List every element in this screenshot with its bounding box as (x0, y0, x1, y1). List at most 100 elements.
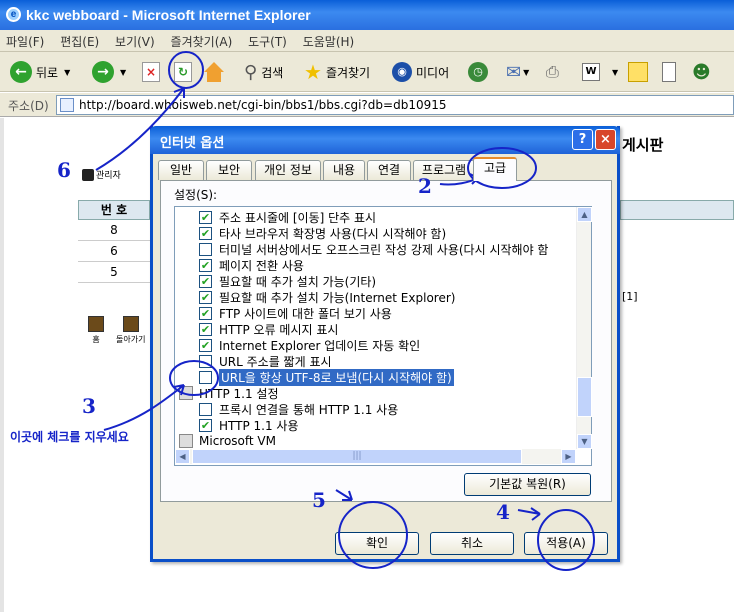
media-icon: ◉ (392, 62, 412, 82)
home-icon (204, 62, 224, 82)
menu-favorites[interactable]: 즐겨찾기(A) (165, 30, 239, 53)
settings-item-label: FTP 사이트에 대한 폴더 보기 사용 (219, 306, 392, 321)
settings-checkbox[interactable] (199, 370, 212, 384)
print-icon: ⎙ (546, 62, 559, 81)
back-label: 뒤로 (36, 65, 59, 80)
menu-file[interactable]: 파일(F) (0, 30, 50, 53)
restore-defaults-button[interactable]: 기본값 복원(R) (464, 473, 591, 496)
home-button[interactable] (204, 60, 224, 84)
favorites-button[interactable]: ★ 즐겨찾기 (304, 60, 370, 84)
forward-button[interactable]: → ▼ (92, 60, 126, 84)
page-nav-icons: 홈 돌아가기 (88, 316, 145, 345)
settings-item-label: 주소 표시줄에 [이동] 단추 표시 (219, 210, 377, 225)
admin-link[interactable]: 관리자 (82, 168, 121, 181)
back-link[interactable]: 돌아가기 (116, 316, 145, 345)
messenger-icon: ☻ (692, 61, 711, 83)
home-icon (88, 316, 104, 332)
menu-tools[interactable]: 도구(T) (242, 30, 293, 53)
settings-checkbox[interactable]: ✔ (199, 418, 212, 432)
discuss-button[interactable] (628, 60, 648, 84)
annotation-note: 이곳에 체크를 지우세요 (10, 430, 129, 444)
search-button[interactable]: ⚲ 검색 (244, 60, 283, 84)
close-button[interactable]: × (595, 129, 616, 150)
settings-checkbox[interactable]: ✔ (199, 322, 212, 336)
scroll-left-icon[interactable]: ◀ (175, 449, 190, 464)
dialog-titlebar: 인터넷 옵션 ? × (150, 126, 620, 154)
refresh-button[interactable]: ↻ (174, 60, 192, 84)
tab-security[interactable]: 보안 (206, 160, 252, 180)
media-button[interactable]: ◉ 미디어 (392, 60, 449, 84)
chevron-down-icon: ▼ (120, 67, 127, 77)
messenger-button[interactable]: ☻ (692, 60, 711, 84)
table-row: 5 (78, 262, 150, 283)
settings-list[interactable]: ✔ 주소 표시줄에 [이동] 단추 표시 ✔ 타사 브라우저 확장명 사용(다시 시작… (174, 206, 592, 466)
settings-checkbox[interactable]: ✔ (199, 274, 212, 288)
table-header-right (620, 200, 734, 220)
settings-item-label: URL 주소를 짧게 표시 (219, 354, 332, 369)
annotation-3: 3 (82, 394, 96, 418)
back-button[interactable]: ← 뒤로 ▼ (10, 60, 70, 84)
tab-connections[interactable]: 연결 (367, 160, 411, 180)
print-button[interactable]: ⎙ (546, 60, 559, 84)
settings-item-label: 필요할 때 추가 설치 가능(Internet Explorer) (219, 290, 456, 305)
chevron-down-icon: ▼ (612, 67, 619, 77)
edit-button[interactable]: W ▼ (582, 60, 618, 84)
menu-bar: 파일(F) 편집(E) 보기(V) 즐겨찾기(A) 도구(T) 도움말(H) (0, 30, 734, 52)
cancel-button[interactable]: 취소 (430, 532, 514, 555)
horizontal-scrollbar[interactable]: ◀ ||| ▶ (175, 449, 576, 464)
menu-view[interactable]: 보기(V) (109, 30, 161, 53)
ie-logo-icon: e (6, 7, 21, 22)
settings-checkbox[interactable]: ✔ (199, 306, 212, 320)
tab-advanced[interactable]: 고급 (473, 157, 517, 181)
annotation-2: 2 (418, 174, 432, 198)
settings-checkbox[interactable]: ✔ (199, 338, 212, 352)
refresh-icon: ↻ (174, 62, 192, 82)
settings-group-icon (179, 434, 193, 448)
settings-checkbox[interactable]: ✔ (199, 290, 212, 304)
home-link[interactable]: 홈 (88, 316, 104, 345)
address-bar: 주소(D) http://board.whoisweb.net/cgi-bin/… (0, 93, 734, 117)
help-button[interactable]: ? (572, 129, 593, 150)
address-label: 주소(D) (8, 99, 49, 113)
window-title: kkc webboard - Microsoft Internet Explor… (26, 7, 311, 23)
menu-edit[interactable]: 편집(E) (54, 30, 105, 53)
mail-button[interactable]: ✉ ▼ (506, 60, 529, 84)
address-url: http://board.whoisweb.net/cgi-bin/bbs1/b… (79, 98, 447, 112)
page-number-link[interactable]: [1] (622, 290, 638, 303)
scroll-thumb[interactable]: ||| (192, 449, 522, 464)
settings-checkbox[interactable]: ✔ (199, 210, 212, 224)
forward-arrow-icon: → (92, 61, 114, 83)
scroll-right-icon[interactable]: ▶ (561, 449, 576, 464)
ok-button[interactable]: 확인 (335, 532, 419, 555)
tab-privacy[interactable]: 개인 정보 (255, 160, 321, 180)
scroll-thumb[interactable] (577, 377, 592, 417)
address-input[interactable]: http://board.whoisweb.net/cgi-bin/bbs1/b… (56, 95, 734, 115)
vertical-scrollbar[interactable]: ▲ ▼ (576, 207, 592, 449)
settings-checkbox[interactable] (199, 242, 212, 256)
board-title: 게시판 (622, 136, 664, 154)
stop-icon: × (142, 62, 160, 82)
settings-checkbox[interactable]: ✔ (199, 258, 212, 272)
scroll-down-icon[interactable]: ▼ (577, 434, 592, 449)
settings-item-label: 타사 브라우저 확장명 사용(다시 시작해야 함) (219, 226, 447, 241)
tab-content[interactable]: 내용 (323, 160, 365, 180)
scroll-up-icon[interactable]: ▲ (577, 207, 592, 222)
chevron-down-icon: ▼ (64, 67, 71, 77)
tab-general[interactable]: 일반 (158, 160, 204, 180)
word-icon: W (582, 63, 600, 81)
favorites-label: 즐겨찾기 (325, 65, 371, 80)
history-button[interactable]: ◷ (468, 60, 488, 84)
settings-group-icon (179, 386, 193, 400)
lock-icon (82, 168, 94, 181)
settings-item-label: HTTP 1.1 사용 (219, 418, 299, 433)
stop-button[interactable]: × (142, 60, 160, 84)
apply-button[interactable]: 적용(A) (524, 532, 608, 555)
menu-help[interactable]: 도움말(H) (297, 30, 361, 53)
table-row: 8 (78, 220, 150, 241)
research-button[interactable] (662, 60, 676, 84)
back-arrow-icon: ← (10, 61, 32, 83)
settings-checkbox[interactable] (199, 402, 212, 416)
settings-checkbox[interactable]: ✔ (199, 226, 212, 240)
settings-group-label: Microsoft VM (199, 434, 276, 448)
settings-checkbox[interactable] (199, 354, 212, 368)
